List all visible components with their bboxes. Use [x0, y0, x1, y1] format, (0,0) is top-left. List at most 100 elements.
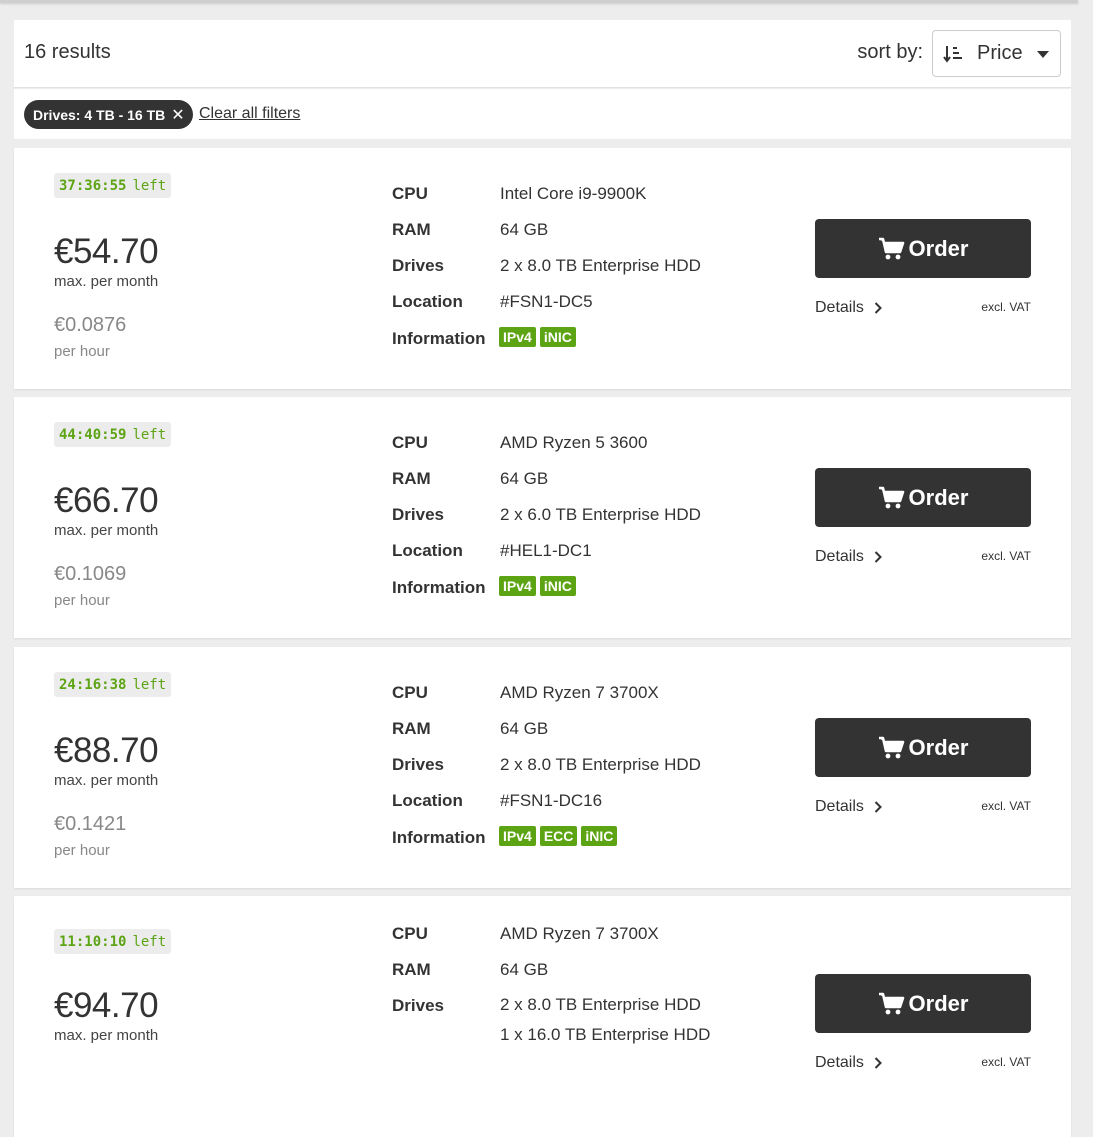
order-label: Order	[908, 484, 969, 510]
server-card: 24:16:38 left €88.70 max. per month €0.1…	[14, 647, 1071, 888]
feature-badges: IPv4 ECC iNIC	[499, 826, 618, 846]
cpu-label: CPU	[392, 683, 428, 702]
hourly-price: €0.0876	[54, 314, 127, 336]
chevron-right-icon	[874, 302, 882, 314]
chevron-right-icon	[874, 801, 882, 813]
monthly-price: €66.70	[54, 481, 159, 520]
order-label: Order	[908, 734, 969, 760]
details-label: Details	[815, 1054, 864, 1071]
feature-badge: iNIC	[539, 327, 576, 347]
drives-label: Drives	[392, 256, 444, 275]
vat-note: excl. VAT	[981, 799, 1031, 813]
cpu-value: AMD Ryzen 7 3700X	[500, 683, 659, 702]
countdown-timer: 37:36:55 left	[54, 173, 172, 198]
drives-label: Drives	[392, 996, 444, 1015]
location-value: #HEL1-DC1	[500, 541, 592, 560]
filter-chip-drives[interactable]: Drives: 4 TB - 16 TB ✕	[24, 100, 193, 129]
sort-label: sort by:	[857, 41, 923, 63]
order-button[interactable]: Order	[815, 219, 1031, 278]
details-link[interactable]: Details	[815, 1054, 882, 1072]
timer-left-label: left	[132, 676, 167, 693]
drives-label: Drives	[392, 505, 444, 524]
close-icon[interactable]: ✕	[171, 105, 184, 125]
feature-badge: iNIC	[539, 576, 576, 596]
cpu-value: AMD Ryzen 5 3600	[500, 433, 648, 452]
hourly-price: €0.1421	[54, 813, 127, 835]
countdown-timer: 11:10:10 left	[54, 929, 172, 954]
server-card: 37:36:55 left €54.70 max. per month €0.0…	[14, 148, 1071, 389]
chevron-right-icon	[874, 1057, 882, 1069]
feature-badge: IPv4	[499, 826, 536, 846]
shopping-cart-icon	[878, 486, 904, 508]
details-link[interactable]: Details	[815, 548, 882, 566]
details-label: Details	[815, 299, 864, 316]
clear-filters-link[interactable]: Clear all filters	[199, 105, 300, 123]
results-header: 16 results sort by: Price	[14, 20, 1071, 88]
monthly-price-label: max. per month	[54, 772, 159, 789]
filter-chip-label: Drives: 4 TB - 16 TB	[33, 106, 166, 123]
shopping-cart-icon	[878, 736, 904, 758]
location-label: Location	[392, 541, 463, 560]
information-label: Information	[392, 828, 486, 847]
hourly-price: €0.1069	[54, 563, 127, 585]
sort-select[interactable]: Price	[932, 30, 1061, 77]
feature-badge: IPv4	[499, 576, 536, 596]
feature-badges: IPv4 iNIC	[499, 576, 576, 596]
timer-value: 37:36:55	[59, 177, 127, 194]
drives-value: 2 x 8.0 TB Enterprise HDD	[500, 755, 701, 774]
cpu-label: CPU	[392, 184, 428, 203]
monthly-price: €94.70	[54, 986, 159, 1025]
cpu-label: CPU	[392, 924, 428, 943]
monthly-price-label: max. per month	[54, 273, 159, 290]
drives-value: 1 x 16.0 TB Enterprise HDD	[500, 1025, 711, 1044]
hourly-price-label: per hour	[54, 592, 110, 609]
ram-label: RAM	[392, 220, 431, 239]
ram-value: 64 GB	[500, 960, 549, 979]
shopping-cart-icon	[878, 992, 904, 1014]
location-value: #FSN1-DC5	[500, 292, 593, 311]
timer-left-label: left	[132, 933, 167, 950]
vat-note: excl. VAT	[981, 1055, 1031, 1069]
drives-value: 2 x 8.0 TB Enterprise HDD	[500, 995, 701, 1014]
server-card: 11:10:10 left €94.70 max. per month CPU A…	[14, 896, 1071, 1137]
order-label: Order	[908, 235, 969, 261]
timer-left-label: left	[132, 426, 167, 443]
caret-down-icon	[1037, 51, 1049, 58]
information-label: Information	[392, 329, 486, 348]
feature-badges: IPv4 iNIC	[499, 327, 576, 347]
ram-value: 64 GB	[500, 719, 549, 738]
results-count: 16 results	[24, 41, 111, 63]
sort-value: Price	[977, 42, 1023, 64]
countdown-timer: 24:16:38 left	[54, 672, 172, 697]
ram-value: 64 GB	[500, 469, 549, 488]
location-value: #FSN1-DC16	[500, 791, 603, 810]
countdown-timer: 44:40:59 left	[54, 422, 172, 447]
cpu-value: Intel Core i9-9900K	[500, 184, 647, 203]
information-label: Information	[392, 578, 486, 597]
location-label: Location	[392, 791, 463, 810]
feature-badge: iNIC	[581, 826, 618, 846]
details-label: Details	[815, 548, 864, 565]
timer-value: 24:16:38	[59, 676, 127, 693]
server-card: 44:40:59 left €66.70 max. per month €0.1…	[14, 397, 1071, 638]
timer-left-label: left	[132, 177, 167, 194]
order-button[interactable]: Order	[815, 718, 1031, 777]
hourly-price-label: per hour	[54, 343, 110, 360]
ram-label: RAM	[392, 719, 431, 738]
monthly-price: €88.70	[54, 731, 159, 770]
ram-label: RAM	[392, 960, 431, 979]
details-link[interactable]: Details	[815, 798, 882, 816]
top-divider	[0, 0, 1078, 3]
drives-label: Drives	[392, 755, 444, 774]
shopping-cart-icon	[878, 237, 904, 259]
chevron-right-icon	[874, 551, 882, 563]
drives-value: 2 x 8.0 TB Enterprise HDD	[500, 256, 701, 275]
details-link[interactable]: Details	[815, 299, 882, 317]
feature-badge: IPv4	[499, 327, 536, 347]
order-button[interactable]: Order	[815, 468, 1031, 527]
details-label: Details	[815, 798, 864, 815]
location-label: Location	[392, 292, 463, 311]
ram-value: 64 GB	[500, 220, 549, 239]
filter-bar: Drives: 4 TB - 16 TB ✕ Clear all filters	[14, 89, 1071, 139]
order-button[interactable]: Order	[815, 974, 1031, 1033]
